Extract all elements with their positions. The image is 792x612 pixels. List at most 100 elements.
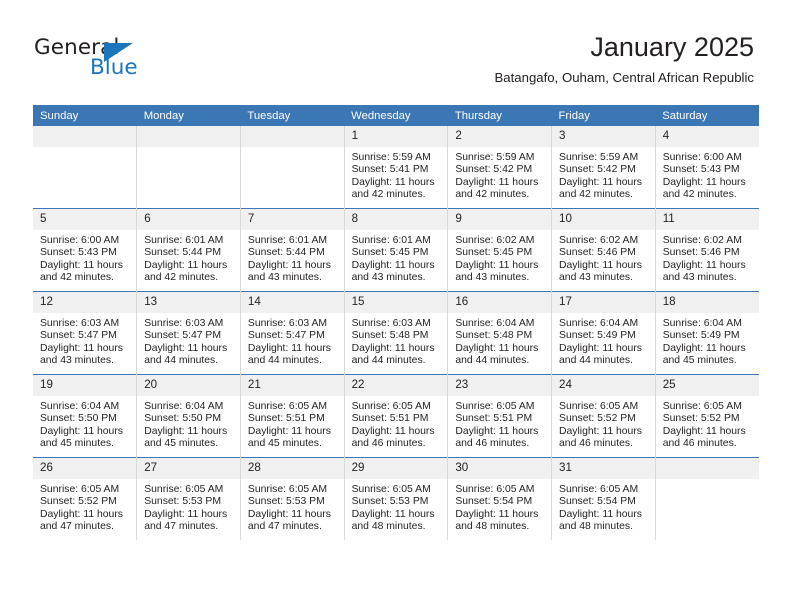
calendar-day-cell[interactable]: 6 Sunrise: 6:01 AM Sunset: 5:44 PM Daylight…: [136, 208, 241, 292]
day-details: Sunrise: 6:02 AM Sunset: 5:46 PM Daylight:…: [656, 231, 759, 285]
daylight-text: and 46 minutes.: [662, 438, 737, 450]
day-number: [655, 458, 759, 480]
day-details: Sunrise: 5:59 AM Sunset: 5:42 PM Daylight:…: [552, 148, 655, 202]
calendar-day-cell[interactable]: 21 Sunrise: 6:05 AM Sunset: 5:51 PM Dayligh…: [240, 374, 345, 458]
day-details: Sunrise: 6:05 AM Sunset: 5:53 PM Daylight:…: [137, 480, 240, 534]
calendar-day-cell[interactable]: 11 Sunrise: 6:02 AM Sunset: 5:46 PM Dayligh…: [655, 208, 759, 292]
day-details: [33, 148, 136, 152]
day-details: Sunrise: 6:01 AM Sunset: 5:44 PM Daylight:…: [137, 231, 240, 285]
day-details: Sunrise: 6:05 AM Sunset: 5:52 PM Daylight:…: [33, 480, 136, 534]
daylight-text: Daylight: 11 hours: [455, 508, 539, 520]
column-header-tuesday: Tuesday: [240, 105, 345, 126]
calendar-day-cell[interactable]: 4 Sunrise: 6:00 AM Sunset: 5:43 PM Daylight…: [655, 126, 759, 209]
daylight-text: Daylight: 11 hours: [351, 176, 435, 188]
calendar-week-row: 5 Sunrise: 6:00 AM Sunset: 5:43 PM Daylight…: [33, 208, 759, 292]
sunset-text: Sunset: 5:52 PM: [662, 413, 740, 425]
calendar-day-cell[interactable]: 8 Sunrise: 6:01 AM Sunset: 5:45 PM Daylight…: [344, 208, 449, 292]
calendar-day-cell[interactable]: 14 Sunrise: 6:03 AM Sunset: 5:47 PM Dayligh…: [240, 291, 345, 375]
day-details: Sunrise: 6:02 AM Sunset: 5:45 PM Daylight:…: [448, 231, 551, 285]
sunrise-text: Sunrise: 6:04 AM: [144, 401, 224, 412]
calendar-day-cell[interactable]: 19 Sunrise: 6:04 AM Sunset: 5:50 PM Dayligh…: [33, 374, 138, 458]
calendar-day-cell[interactable]: 26 Sunrise: 6:05 AM Sunset: 5:52 PM Dayligh…: [33, 457, 138, 540]
calendar-day-cell[interactable]: 9 Sunrise: 6:02 AM Sunset: 5:45 PM Daylight…: [447, 208, 553, 292]
sunrise-text: Sunrise: 6:05 AM: [351, 401, 431, 412]
column-header-thursday: Thursday: [447, 105, 552, 126]
calendar-day-cell[interactable]: 25 Sunrise: 6:05 AM Sunset: 5:52 PM Dayligh…: [655, 374, 759, 458]
calendar-day-cell[interactable]: 28 Sunrise: 6:05 AM Sunset: 5:53 PM Dayligh…: [240, 457, 345, 540]
day-details: Sunrise: 6:05 AM Sunset: 5:53 PM Daylight:…: [345, 480, 448, 534]
calendar-day-cell[interactable]: 18 Sunrise: 6:04 AM Sunset: 5:49 PM Dayligh…: [655, 291, 759, 375]
calendar-day-cell[interactable]: 2 Sunrise: 5:59 AM Sunset: 5:42 PM Daylight…: [447, 126, 553, 209]
daylight-text: and 43 minutes.: [559, 272, 633, 284]
day-number: 9: [448, 209, 552, 231]
calendar-day-cell[interactable]: 10 Sunrise: 6:02 AM Sunset: 5:46 PM Dayligh…: [551, 208, 656, 292]
sunrise-text: Sunrise: 6:04 AM: [455, 318, 535, 329]
sunrise-text: Sunrise: 6:01 AM: [247, 235, 328, 246]
calendar-day-cell[interactable]: 5 Sunrise: 6:00 AM Sunset: 5:43 PM Daylight…: [33, 208, 138, 292]
daylight-text: and 45 minutes.: [662, 355, 737, 367]
daylight-text: Daylight: 11 hours: [662, 176, 746, 188]
general-blue-logo[interactable]: General Blue: [34, 36, 204, 86]
daylight-text: and 46 minutes.: [351, 438, 426, 450]
day-details: Sunrise: 6:02 AM Sunset: 5:46 PM Daylight:…: [552, 231, 655, 285]
daylight-text: Daylight: 11 hours: [455, 342, 539, 354]
sunrise-text: Sunrise: 6:05 AM: [40, 484, 120, 495]
day-details: Sunrise: 6:05 AM Sunset: 5:52 PM Daylight:…: [656, 397, 759, 451]
day-number: 13: [137, 292, 240, 314]
sunset-text: Sunset: 5:54 PM: [455, 496, 533, 508]
day-details: Sunrise: 6:05 AM Sunset: 5:54 PM Daylight:…: [448, 480, 551, 534]
sunset-text: Sunset: 5:46 PM: [662, 247, 740, 259]
calendar-day-cell[interactable]: 27 Sunrise: 6:05 AM Sunset: 5:53 PM Dayligh…: [136, 457, 241, 540]
calendar-day-cell[interactable]: 12 Sunrise: 6:03 AM Sunset: 5:47 PM Dayligh…: [33, 291, 138, 375]
day-details: Sunrise: 6:04 AM Sunset: 5:48 PM Daylight:…: [448, 314, 551, 368]
day-number: 5: [33, 209, 137, 231]
sunrise-text: Sunrise: 6:04 AM: [40, 401, 120, 412]
calendar-week-row: 26 Sunrise: 6:05 AM Sunset: 5:52 PM Dayligh…: [33, 457, 759, 540]
sunset-text: Sunset: 5:49 PM: [559, 330, 636, 342]
day-number: 26: [33, 458, 137, 480]
title-block: January 2025 Batangafo, Ouham, Central A…: [495, 30, 755, 86]
daylight-text: Daylight: 11 hours: [247, 342, 331, 354]
calendar-day-cell[interactable]: 3 Sunrise: 5:59 AM Sunset: 5:42 PM Daylight…: [551, 126, 656, 209]
sunset-text: Sunset: 5:52 PM: [40, 496, 117, 508]
sunset-text: Sunset: 5:45 PM: [455, 247, 533, 259]
daylight-text: Daylight: 11 hours: [351, 342, 435, 354]
calendar-day-cell[interactable]: 16 Sunrise: 6:04 AM Sunset: 5:48 PM Dayligh…: [447, 291, 553, 375]
calendar-week-row: 12 Sunrise: 6:03 AM Sunset: 5:47 PM Dayligh…: [33, 291, 759, 375]
sunset-text: Sunset: 5:43 PM: [662, 164, 740, 176]
calendar-day-cell[interactable]: 24 Sunrise: 6:05 AM Sunset: 5:52 PM Dayligh…: [551, 374, 656, 458]
daylight-text: Daylight: 11 hours: [559, 259, 642, 271]
calendar-day-cell[interactable]: 30 Sunrise: 6:05 AM Sunset: 5:54 PM Dayligh…: [447, 457, 553, 540]
calendar-day-cell[interactable]: 20 Sunrise: 6:04 AM Sunset: 5:50 PM Dayligh…: [136, 374, 241, 458]
day-number: [240, 126, 344, 148]
sunset-text: Sunset: 5:42 PM: [455, 164, 533, 176]
sunrise-text: Sunrise: 5:59 AM: [559, 152, 639, 163]
sunset-text: Sunset: 5:54 PM: [559, 496, 636, 508]
sunset-text: Sunset: 5:44 PM: [247, 247, 325, 259]
calendar-day-cell[interactable]: 1 Sunrise: 5:59 AM Sunset: 5:41 PM Daylight…: [344, 126, 449, 209]
day-number: 4: [655, 126, 759, 148]
calendar-day-cell[interactable]: 31 Sunrise: 6:05 AM Sunset: 5:54 PM Dayligh…: [551, 457, 656, 540]
daylight-text: and 45 minutes.: [247, 438, 322, 450]
sunrise-text: Sunrise: 6:03 AM: [351, 318, 431, 329]
calendar-day-cell[interactable]: 13 Sunrise: 6:03 AM Sunset: 5:47 PM Dayligh…: [136, 291, 241, 375]
calendar-day-cell[interactable]: 15 Sunrise: 6:03 AM Sunset: 5:48 PM Dayligh…: [344, 291, 449, 375]
calendar-day-cell[interactable]: 29 Sunrise: 6:05 AM Sunset: 5:53 PM Dayligh…: [344, 457, 449, 540]
day-details: Sunrise: 6:04 AM Sunset: 5:49 PM Daylight:…: [656, 314, 759, 368]
column-header-saturday: Saturday: [655, 105, 759, 126]
calendar-day-cell[interactable]: 22 Sunrise: 6:05 AM Sunset: 5:51 PM Dayligh…: [344, 374, 449, 458]
calendar-page: General Blue January 2025 Batangafo, Ouh…: [0, 0, 792, 612]
calendar-day-cell[interactable]: 23 Sunrise: 6:05 AM Sunset: 5:51 PM Dayligh…: [447, 374, 553, 458]
sunset-text: Sunset: 5:46 PM: [559, 247, 636, 259]
day-number: 8: [344, 209, 448, 231]
daylight-text: Daylight: 11 hours: [144, 425, 228, 437]
calendar-day-cell[interactable]: 7 Sunrise: 6:01 AM Sunset: 5:44 PM Daylight…: [240, 208, 345, 292]
calendar-day-cell[interactable]: 17 Sunrise: 6:04 AM Sunset: 5:49 PM Dayligh…: [551, 291, 656, 375]
sunset-text: Sunset: 5:42 PM: [559, 164, 636, 176]
day-number: 6: [137, 209, 240, 231]
daylight-text: and 45 minutes.: [40, 438, 114, 450]
sunrise-text: Sunrise: 6:03 AM: [40, 318, 120, 329]
day-details: Sunrise: 6:05 AM Sunset: 5:51 PM Daylight:…: [448, 397, 551, 451]
sunrise-text: Sunrise: 5:59 AM: [351, 152, 431, 163]
column-header-wednesday: Wednesday: [344, 105, 448, 126]
